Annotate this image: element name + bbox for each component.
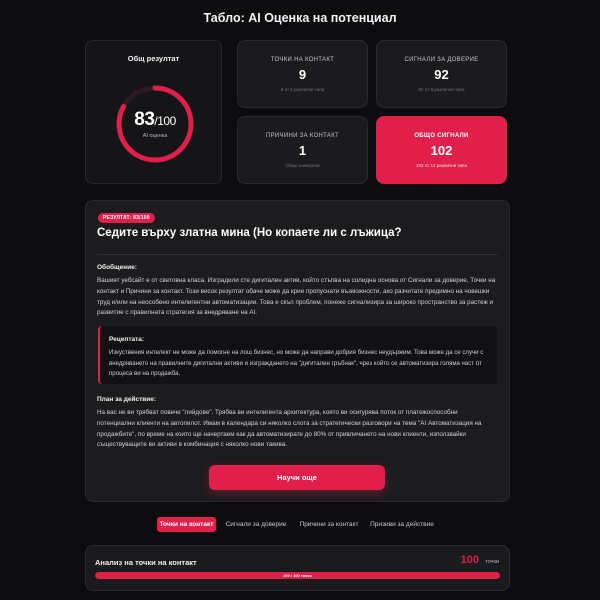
category-tabs: Точки на контакт Сигнали за доверие Прич… bbox=[0, 517, 600, 532]
tab-trust-signals[interactable]: Сигнали за доверие bbox=[222, 517, 290, 532]
score-label: Общ резултат bbox=[127, 54, 180, 63]
stat-sub: 9 от 5 различни типа bbox=[280, 86, 325, 92]
recipe-callout: Рецептата: Изкуствения интелект не може … bbox=[98, 326, 497, 384]
stat-value: 102 bbox=[430, 142, 453, 158]
stat-card-touchpoints: Точки на контакт 9 9 от 5 различни типа bbox=[237, 40, 368, 108]
tab-touchpoints[interactable]: Точки на контакт bbox=[157, 517, 216, 532]
score-value: 83/100 bbox=[134, 109, 176, 130]
stat-label: Точки на контакт bbox=[270, 56, 335, 63]
result-badge: РЕЗУЛТАТ: 83/100 bbox=[98, 213, 155, 223]
summary-text: Вашият уебсайт е от световна класа. Изгр… bbox=[97, 277, 496, 317]
stat-label: Сигнали за доверие bbox=[404, 56, 479, 63]
score-sublabel: AI оценка bbox=[142, 133, 168, 139]
analysis-value: 100 bbox=[460, 554, 479, 566]
score-max: /100 bbox=[154, 114, 176, 128]
stat-label: Общо сигнали bbox=[414, 132, 469, 139]
stat-label: Причини за контакт bbox=[266, 132, 339, 139]
recipe-title: Рецептата: bbox=[109, 336, 145, 343]
stat-value: 92 bbox=[434, 66, 449, 82]
stat-sub: 102 от 12 различни типа bbox=[416, 162, 467, 168]
plan-title: План за действие: bbox=[97, 396, 157, 403]
stat-value: 9 bbox=[298, 66, 307, 82]
stat-sub: Общо намерени bbox=[285, 162, 320, 168]
stat-card-trust-signals: Сигнали за доверие 92 92 от 8 различни т… bbox=[376, 40, 507, 108]
divider bbox=[97, 254, 498, 255]
score-ring-text: 83/100 AI оценка bbox=[114, 83, 196, 165]
overall-score-card: Общ резултат 83/100 AI оценка bbox=[85, 40, 222, 184]
stat-sub: 92 от 8 различни типа bbox=[418, 86, 465, 92]
summary-title: Обобщение: bbox=[97, 264, 137, 271]
verdict-headline: Седите върху златна мина (Но копаете ли … bbox=[97, 227, 402, 239]
tab-contact-reasons[interactable]: Причини за контакт bbox=[296, 517, 362, 532]
analysis-progress-bar: 100 / 100 точки bbox=[95, 572, 500, 579]
analysis-title: Анализ на точки на контакт bbox=[95, 558, 197, 567]
stat-value: 1 bbox=[298, 142, 307, 158]
stat-card-contact-reasons: Причини за контакт 1 Общо намерени bbox=[237, 116, 368, 184]
touchpoint-analysis-card: Анализ на точки на контакт 100 точки 100… bbox=[85, 545, 510, 591]
stat-card-total-signals: Общо сигнали 102 102 от 12 различни типа bbox=[376, 116, 507, 184]
analysis-unit: точки bbox=[485, 559, 499, 565]
plan-text: На вас не ви трябват повече "лийдове". Т… bbox=[97, 409, 482, 449]
tab-calls-to-action[interactable]: Призиви за действие bbox=[368, 517, 436, 532]
learn-more-button[interactable]: Научи още bbox=[209, 465, 385, 490]
recipe-text: Изкуствения интелект не може да помогне … bbox=[109, 349, 484, 377]
analysis-progress-label: 100 / 100 точки bbox=[283, 573, 312, 578]
page-title: Табло: AI Оценка на потенциал bbox=[203, 11, 397, 25]
analysis-progress-fill: 100 / 100 точки bbox=[95, 572, 500, 579]
